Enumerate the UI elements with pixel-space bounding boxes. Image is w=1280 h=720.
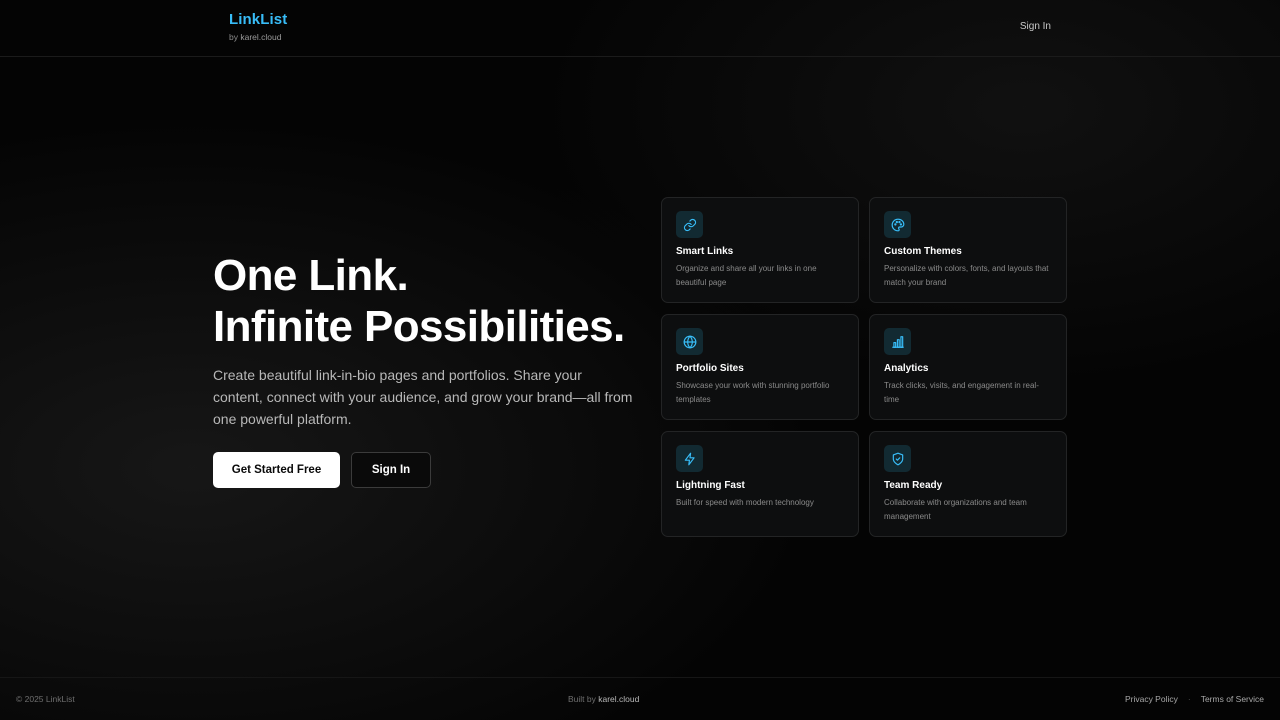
- hero-cta-row: Get Started Free Sign In: [213, 452, 633, 488]
- feature-title: Custom Themes: [884, 246, 962, 257]
- shield-check-icon: [884, 445, 911, 472]
- copyright-text: © 2025 LinkList: [16, 694, 75, 704]
- feature-title: Lightning Fast: [676, 480, 745, 491]
- built-by-prefix: Built by: [568, 694, 599, 704]
- header-sign-in-link[interactable]: Sign In: [1020, 21, 1051, 32]
- built-by-host-link[interactable]: karel.cloud: [598, 694, 639, 704]
- feature-description: Showcase your work with stunning portfol…: [676, 381, 830, 404]
- hero-title: One Link. Infinite Possibilities.: [213, 250, 633, 352]
- legal-links: Privacy Policy · Terms of Service: [1125, 694, 1264, 704]
- lightning-icon: [676, 445, 703, 472]
- feature-description: Collaborate with organizations and team …: [884, 498, 1027, 521]
- feature-title: Smart Links: [676, 246, 734, 257]
- feature-card-team-ready[interactable]: Team Ready Collaborate with organization…: [869, 431, 1067, 537]
- feature-description: Personalize with colors, fonts, and layo…: [884, 264, 1049, 287]
- brand-logo-text[interactable]: LinkList: [229, 11, 287, 28]
- palette-icon: [884, 211, 911, 238]
- feature-card-smart-links[interactable]: Smart Links Organize and share all your …: [661, 197, 859, 303]
- feature-description: Track clicks, visits, and engagement in …: [884, 381, 1039, 404]
- brand[interactable]: LinkList by karel.cloud: [229, 11, 287, 42]
- feature-title: Team Ready: [884, 480, 943, 491]
- bar-chart-icon: [884, 328, 911, 355]
- hero-title-line-1: One Link.: [213, 251, 409, 300]
- footer-separator: ·: [1187, 694, 1191, 704]
- feature-card-lightning-fast[interactable]: Lightning Fast Built for speed with mode…: [661, 431, 859, 537]
- features-grid: Smart Links Organize and share all your …: [661, 197, 1067, 537]
- feature-card-portfolio-sites[interactable]: Portfolio Sites Showcase your work with …: [661, 314, 859, 420]
- feature-card-custom-themes[interactable]: Custom Themes Personalize with colors, f…: [869, 197, 1067, 303]
- feature-description: Built for speed with modern technology: [676, 498, 814, 507]
- get-started-button[interactable]: Get Started Free: [213, 452, 340, 488]
- feature-title: Analytics: [884, 363, 929, 374]
- terms-of-service-link[interactable]: Terms of Service: [1201, 694, 1264, 704]
- link-icon: [676, 211, 703, 238]
- privacy-policy-link[interactable]: Privacy Policy: [1125, 694, 1178, 704]
- brand-by-host: karel.cloud: [240, 32, 282, 42]
- hero-section: One Link. Infinite Possibilities. Create…: [213, 250, 633, 488]
- feature-description: Organize and share all your links in one…: [676, 264, 817, 287]
- brand-by-prefix: by: [229, 32, 241, 42]
- hero-sign-in-button[interactable]: Sign In: [351, 452, 431, 488]
- globe-icon: [676, 328, 703, 355]
- hero-description: Create beautiful link-in-bio pages and p…: [213, 367, 633, 427]
- brand-byline: by karel.cloud: [229, 32, 287, 42]
- top-navigation: LinkList by karel.cloud Sign In: [0, 0, 1280, 57]
- built-by-text: Built by karel.cloud: [568, 694, 639, 704]
- feature-card-analytics[interactable]: Analytics Track clicks, visits, and enga…: [869, 314, 1067, 420]
- footer: © 2025 LinkList Built by karel.cloud Pri…: [0, 677, 1280, 720]
- feature-title: Portfolio Sites: [676, 363, 744, 374]
- hero-title-line-2: Infinite Possibilities.: [213, 302, 625, 351]
